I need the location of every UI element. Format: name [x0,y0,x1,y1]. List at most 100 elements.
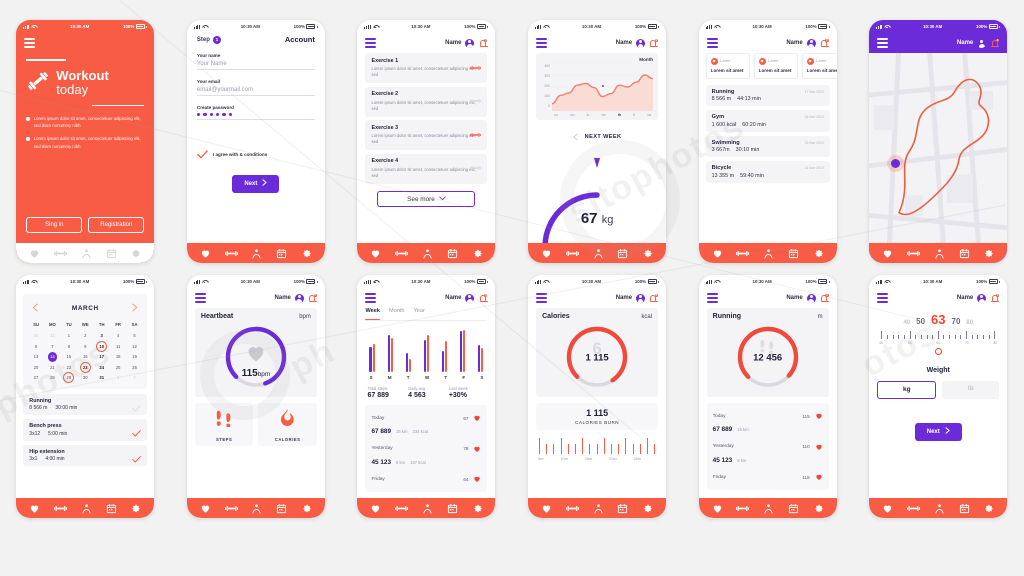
menu-button[interactable] [24,38,36,48]
checkmark-icon[interactable] [197,146,208,164]
sign-in-button[interactable]: Sing in [26,217,83,233]
notification-bell-icon[interactable]: 0 [820,293,829,303]
calendar-day[interactable]: 31 [45,331,60,341]
nav-heart-icon[interactable] [200,248,211,259]
email-input[interactable]: email@yourmail.com [196,87,315,96]
nav-dumbbell-icon[interactable] [565,248,579,259]
nav-gear-icon[interactable] [301,248,312,259]
nav-heart-icon[interactable] [541,503,552,514]
calendar-day[interactable]: 21 [45,363,60,373]
calendar-day[interactable]: 5 [127,331,142,341]
nav-calendar-icon[interactable] [788,503,799,514]
nav-calendar-icon[interactable] [447,503,458,514]
terms-row[interactable]: I agree with & conditions [197,146,315,164]
exercise-card[interactable]: Exercise 1 Lorem ipsum dolor sit amet, c… [365,53,488,84]
nav-heart-icon[interactable] [29,248,40,259]
registration-button[interactable]: Registration [88,217,145,233]
nav-heart-icon[interactable] [370,248,381,259]
calendar-day[interactable]: 28 [45,373,60,383]
notification-bell-icon[interactable]: 0 [649,38,659,48]
calendar-day[interactable]: 10 [94,340,109,352]
nav-person-icon[interactable] [934,503,945,514]
nav-person-icon[interactable] [763,503,774,514]
calendar-day[interactable]: 12 [127,342,142,352]
email-field[interactable]: Your email email@yourmail.com [196,79,315,96]
name-field[interactable]: Your name Your Name [196,53,315,70]
nav-person-icon[interactable] [251,248,262,259]
calendar-day[interactable]: 26 [127,363,142,373]
nav-heart-icon[interactable] [29,503,40,514]
steps-tile[interactable]: STEPS [194,403,254,446]
calendar-day[interactable]: 4 [110,331,125,341]
calendar-day[interactable]: 23 [78,361,93,373]
calendar-day[interactable]: 7 [45,342,60,352]
nav-person-icon[interactable] [422,503,433,514]
calendar-day[interactable]: 6 [28,342,43,352]
calendar-day[interactable]: 20 [28,363,43,373]
exercise-row[interactable]: Hip extension 3x1 4:00 min [23,444,148,466]
exercise-card[interactable]: Exercise 4 Lorem ipsum dolor sit amet, c… [365,153,488,184]
nav-person-icon[interactable] [763,248,774,259]
notification-bell-icon[interactable]: 0 [990,293,1000,303]
calendar-day[interactable]: 3 [94,331,109,341]
nav-gear-icon[interactable] [813,248,824,259]
calendar-day[interactable]: 19 [127,352,142,362]
calendar-day[interactable]: 9 [78,342,93,352]
weight-ruler[interactable]: 40 50 60 70 80 [877,330,999,355]
calendar-day[interactable]: 30 [78,373,93,383]
activity-row[interactable]: Swimming 15 Mar 2019 3 667m 30:10 min [705,135,830,158]
calendar-day[interactable]: 1 [61,331,76,341]
notification-bell-icon[interactable]: 0 [478,293,488,303]
activity-row[interactable]: Gym 16 Mar 2019 1 600 kcal 60:20 min [705,110,830,132]
day-row[interactable]: Yesterday 110 45 123 8 km [713,438,823,464]
menu-button[interactable] [536,293,548,303]
nav-dumbbell-icon[interactable] [224,503,238,514]
nav-dumbbell-icon[interactable] [53,248,67,259]
calendar-day[interactable]: 18 [110,352,125,362]
calendar-day[interactable]: 16 [78,352,93,362]
day-row[interactable]: Today 67 67 889 15 km 234 kcal [371,409,481,435]
nav-dumbbell-icon[interactable] [395,248,409,259]
avatar[interactable] [806,293,816,303]
nav-person-icon[interactable] [593,503,604,514]
nav-dumbbell-icon[interactable] [565,503,579,514]
avatar[interactable] [806,38,816,48]
avatar[interactable] [636,38,646,48]
next-button[interactable]: Next [232,174,280,193]
calendar-day[interactable]: 8 [61,342,76,352]
see-more-button[interactable]: See more [377,191,476,208]
nav-person-icon[interactable] [251,503,262,514]
day-row[interactable]: Today 115 67 889 15 km [713,407,823,433]
next-month-button[interactable] [132,299,138,317]
next-button[interactable]: Next [914,422,962,441]
nav-gear-icon[interactable] [983,248,994,259]
nav-person-icon[interactable] [934,248,945,259]
password-field[interactable]: Create password [196,105,315,120]
calendar-day[interactable]: 11 [110,342,125,352]
summary-card[interactable]: Lorem Lorem sit amet [753,53,798,79]
calendar-day[interactable]: 15 [61,352,76,362]
unit-lb[interactable]: lb [942,380,1000,399]
nav-calendar-icon[interactable] [276,503,287,514]
nav-calendar-icon[interactable] [276,248,287,259]
day-row[interactable]: Friday 64 [371,470,481,488]
avatar[interactable] [294,293,304,303]
nav-gear-icon[interactable] [130,248,141,259]
nav-gear-icon[interactable] [301,503,312,514]
nav-dumbbell-icon[interactable] [906,503,920,514]
nav-person-icon[interactable] [81,503,92,514]
exercise-card[interactable]: Exercise 2 Lorem ipsum dolor sit amet, c… [365,86,488,117]
tab-week[interactable]: Week [365,308,380,320]
nav-heart-icon[interactable] [882,503,893,514]
day-row[interactable]: Friday 118 [713,468,823,486]
calories-tile[interactable]: CALORIES [258,403,317,446]
tab-month[interactable]: Month [389,308,405,317]
nav-person-icon[interactable] [593,248,604,259]
menu-button[interactable] [877,38,889,48]
prev-week-button[interactable] [572,128,578,146]
weight-scale[interactable]: 40 50 63 70 80 [877,312,999,327]
nav-dumbbell-icon[interactable] [906,248,920,259]
menu-button[interactable] [877,293,889,303]
calendar-day[interactable]: 2 [127,373,142,383]
nav-dumbbell-icon[interactable] [53,503,67,514]
